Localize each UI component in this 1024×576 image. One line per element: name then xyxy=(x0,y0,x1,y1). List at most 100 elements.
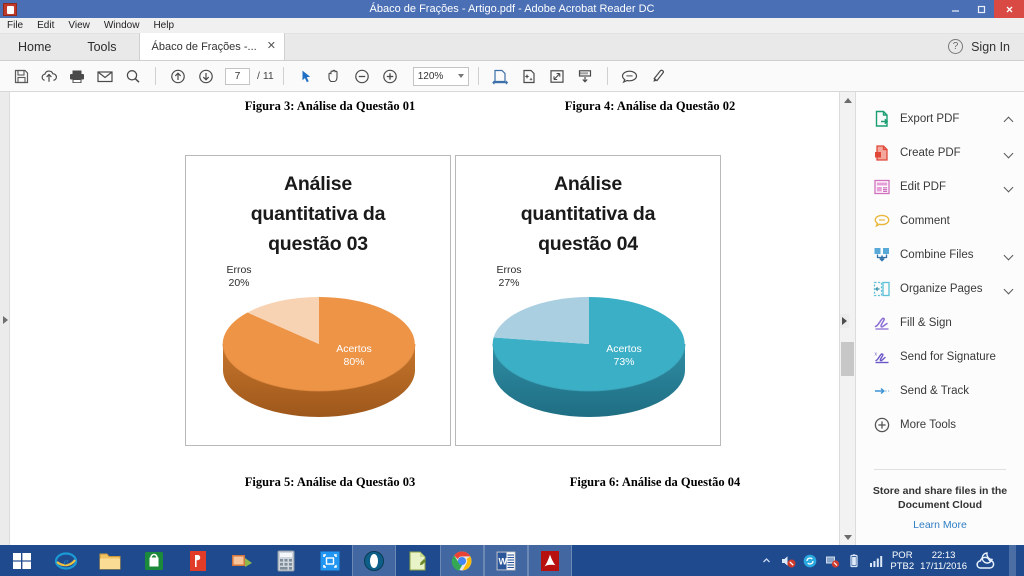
svg-text:W: W xyxy=(499,556,508,566)
fit-page-icon[interactable] xyxy=(544,63,570,89)
zoom-out-icon[interactable] xyxy=(349,63,375,89)
opera-icon[interactable] xyxy=(352,545,396,576)
scroll-down-button[interactable] xyxy=(840,529,855,545)
notepad-icon[interactable] xyxy=(396,545,440,576)
pdf-reader-icon[interactable] xyxy=(176,545,220,576)
show-desktop-button[interactable] xyxy=(1009,545,1016,576)
muted-speaker-icon[interactable] xyxy=(780,553,796,569)
tab-home[interactable]: Home xyxy=(0,34,69,60)
expand-navigation-pane-icon[interactable] xyxy=(1,314,9,326)
store-icon[interactable] xyxy=(132,545,176,576)
sidebar-item-fill-sign[interactable]: Fill & Sign xyxy=(856,306,1024,340)
sidebar-item-more-tools[interactable]: More Tools xyxy=(856,408,1024,442)
menu-file[interactable]: File xyxy=(0,18,30,34)
close-icon[interactable]: ✕ xyxy=(267,41,276,52)
sidebar-item-export-pdf[interactable]: Export PDF xyxy=(856,102,1024,136)
start-button[interactable] xyxy=(0,545,44,576)
tools-sidebar: Export PDF Create PDF Edit PDF Comment C… xyxy=(855,92,1024,545)
tab-document[interactable]: Ábaco de Frações -... ✕ xyxy=(138,33,285,60)
tray-overflow-icon[interactable] xyxy=(758,553,774,569)
sidebar-item-send-track[interactable]: Send & Track xyxy=(856,374,1024,408)
slice-label-erros-1-value: 20% xyxy=(228,277,250,289)
minimize-button[interactable] xyxy=(942,0,968,18)
pie-chart-questao-04: Análise quantitativa da questão 04 Erros… xyxy=(455,155,721,446)
signal-bars-icon[interactable] xyxy=(868,553,884,569)
windows-taskbar: e W POR PTB2 22:13 17/11/2016 xyxy=(0,545,1024,576)
chrome-icon[interactable] xyxy=(440,545,484,576)
capture-icon[interactable] xyxy=(308,545,352,576)
charts-row: Análise quantitativa da questão 03 Erros… xyxy=(10,155,839,446)
pie-canvas-2: Erros 27% Acertos 73% xyxy=(456,256,720,446)
file-explorer-icon[interactable] xyxy=(88,545,132,576)
language-indicator[interactable]: POR PTB2 xyxy=(890,550,914,572)
sidebar-label-export-pdf: Export PDF xyxy=(900,113,960,125)
upload-cloud-icon[interactable] xyxy=(36,63,62,89)
chart-title-line-3: questão 03 xyxy=(268,233,368,255)
zoom-level-dropdown[interactable]: 120% xyxy=(412,66,469,86)
chevron-down-icon[interactable] xyxy=(1004,148,1014,158)
word-icon[interactable]: W xyxy=(484,545,528,576)
pdf-page: Figura 3: Análise da Questão 01 Figura 4… xyxy=(10,92,839,545)
chevron-up-icon[interactable] xyxy=(1004,114,1014,124)
email-icon[interactable] xyxy=(92,63,118,89)
search-icon[interactable] xyxy=(120,63,146,89)
collapse-right-pane-icon[interactable] xyxy=(840,314,849,328)
close-button[interactable] xyxy=(994,0,1024,18)
page-number-input[interactable]: 7 xyxy=(225,67,250,85)
clock[interactable]: 22:13 17/11/2016 xyxy=(920,550,967,572)
sidebar-item-edit-pdf[interactable]: Edit PDF xyxy=(856,170,1024,204)
hand-tool-icon[interactable] xyxy=(321,63,347,89)
vertical-scrollbar[interactable] xyxy=(839,92,855,545)
calculator-icon[interactable] xyxy=(264,545,308,576)
menu-help[interactable]: Help xyxy=(146,18,181,34)
comment-icon[interactable] xyxy=(617,63,643,89)
slice-label-acertos-2-value: 73% xyxy=(613,356,635,368)
chevron-down-icon[interactable] xyxy=(1004,250,1014,260)
zoom-in-icon[interactable] xyxy=(377,63,403,89)
previous-page-icon[interactable] xyxy=(165,63,191,89)
network-error-icon[interactable] xyxy=(824,553,840,569)
weather-cloud-moon-icon[interactable] xyxy=(973,550,999,572)
sidebar-item-combine-files[interactable]: Combine Files xyxy=(856,238,1024,272)
menu-window[interactable]: Window xyxy=(97,18,147,34)
next-page-icon[interactable] xyxy=(193,63,219,89)
select-tool-icon[interactable] xyxy=(293,63,319,89)
internet-explorer-icon[interactable]: e xyxy=(44,545,88,576)
page-total-label: / 11 xyxy=(257,70,274,82)
save-icon[interactable] xyxy=(8,63,34,89)
slice-label-erros-2: Erros 27% xyxy=(478,264,540,290)
chevron-down-icon[interactable] xyxy=(1004,182,1014,192)
chevron-down-icon[interactable] xyxy=(1004,284,1014,294)
menu-view[interactable]: View xyxy=(61,18,97,34)
highlight-icon[interactable] xyxy=(645,63,671,89)
document-viewport[interactable]: Figura 3: Análise da Questão 01 Figura 4… xyxy=(10,92,839,545)
battery-icon[interactable] xyxy=(846,553,862,569)
sidebar-item-organize-pages[interactable]: Organize Pages xyxy=(856,272,1024,306)
scroll-mode-icon[interactable] xyxy=(572,63,598,89)
sidebar-label-combine-files: Combine Files xyxy=(900,249,974,261)
sidebar-item-comment[interactable]: Comment xyxy=(856,204,1024,238)
sidebar-item-send-for-signature[interactable]: x Send for Signature xyxy=(856,340,1024,374)
scrollbar-thumb[interactable] xyxy=(841,342,854,376)
acrobat-icon[interactable] xyxy=(528,545,572,576)
sync-icon[interactable] xyxy=(802,553,818,569)
fit-width-icon[interactable] xyxy=(488,63,514,89)
print-icon[interactable] xyxy=(64,63,90,89)
create-pdf-icon xyxy=(872,144,891,163)
learn-more-link[interactable]: Learn More xyxy=(868,519,1012,531)
toolbar-divider-2 xyxy=(282,67,284,85)
menu-bar: File Edit View Window Help xyxy=(0,18,1024,34)
document-cloud-message-line1: Store and share files in the xyxy=(872,485,1008,497)
title-bar: Ábaco de Frações - Artigo.pdf - Adobe Ac… xyxy=(0,0,1024,18)
menu-edit[interactable]: Edit xyxy=(30,18,61,34)
scroll-up-button[interactable] xyxy=(840,92,855,108)
sidebar-item-create-pdf[interactable]: Create PDF xyxy=(856,136,1024,170)
toolbar-divider-3 xyxy=(477,67,479,85)
figure-caption-4: Figura 4: Análise da Questão 02 xyxy=(564,99,736,113)
help-icon[interactable]: ? xyxy=(948,39,964,54)
sign-in-button[interactable]: Sign In xyxy=(971,40,1010,54)
maximize-button[interactable] xyxy=(968,0,994,18)
enhance-scan-icon[interactable] xyxy=(516,63,542,89)
media-icon[interactable] xyxy=(220,545,264,576)
tab-tools[interactable]: Tools xyxy=(69,34,134,60)
